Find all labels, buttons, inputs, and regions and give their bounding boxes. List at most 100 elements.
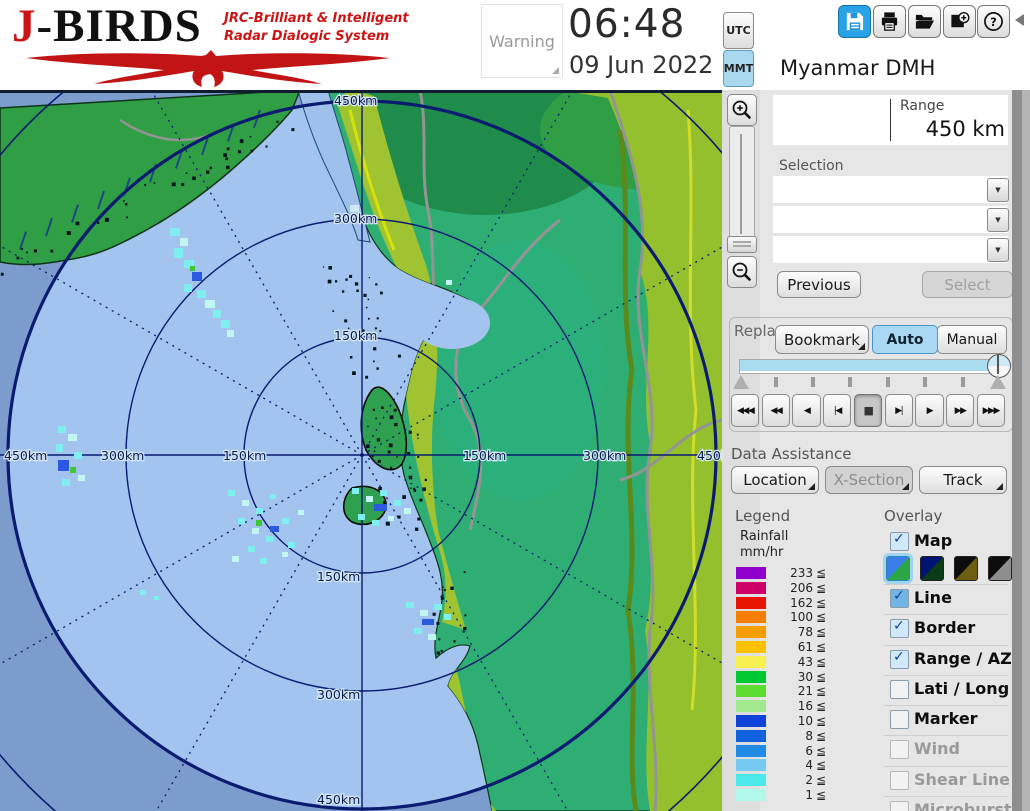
overlay-item[interactable]: Microburst bbox=[884, 797, 1008, 811]
open-folder-icon bbox=[914, 11, 935, 32]
legend-color-swatch bbox=[736, 789, 766, 801]
radar-map[interactable]: 450km 300km 150km 150km 300km 450km 450k… bbox=[0, 90, 722, 811]
export-button[interactable] bbox=[943, 5, 976, 38]
legend-row: 61 ≦ bbox=[734, 640, 834, 655]
print-button[interactable] bbox=[873, 5, 906, 38]
bookmark-button[interactable]: Bookmark bbox=[775, 325, 869, 354]
option-dropdown[interactable]: ▼ bbox=[773, 236, 1008, 263]
warning-button[interactable]: Warning bbox=[481, 4, 563, 78]
overlay-item[interactable]: Border bbox=[884, 615, 1008, 645]
overlay-checkbox[interactable] bbox=[890, 771, 909, 790]
overlay-item[interactable]: Line bbox=[884, 585, 1008, 615]
data-assistance-button-label: Location bbox=[743, 471, 806, 489]
zoom-slider-thumb[interactable] bbox=[727, 236, 757, 253]
legend-leq-symbol: ≦ bbox=[816, 581, 826, 595]
playback-button[interactable]: ◀◀◀ bbox=[731, 394, 759, 427]
product-dropdown[interactable]: Surface R ▼ bbox=[773, 206, 1008, 233]
utc-button[interactable]: UTC bbox=[723, 12, 754, 49]
legend-value: 100 bbox=[768, 610, 813, 624]
jbirds-logo: J-BIRDS JRC-Brilliant & Intelligent Rada… bbox=[8, 3, 400, 87]
playback-glyph-icon: ◀◀ bbox=[770, 406, 781, 416]
overlay-item-map[interactable]: Map bbox=[884, 528, 1008, 555]
data-assistance-button-label: Track bbox=[943, 471, 982, 489]
select-button[interactable]: Select bbox=[922, 271, 1013, 298]
overlay-item[interactable]: Range / AZ bbox=[884, 646, 1008, 676]
export-icon bbox=[949, 11, 970, 32]
overlay-checkbox[interactable] bbox=[890, 710, 909, 729]
playback-button[interactable]: ▶▶▶ bbox=[977, 394, 1005, 427]
replay-timeline-fill bbox=[740, 360, 990, 371]
overlay-checkbox[interactable] bbox=[890, 589, 909, 608]
overlay-item-label: Wind bbox=[914, 739, 960, 758]
legend-row: 30 ≦ bbox=[734, 670, 834, 685]
legend-row: 162 ≦ bbox=[734, 596, 834, 611]
legend-unit-line2: mm/hr bbox=[740, 545, 783, 560]
logo-title: J-BIRDS bbox=[12, 0, 202, 53]
help-icon: ? bbox=[983, 11, 1004, 32]
overlay-item[interactable]: Marker bbox=[884, 706, 1008, 736]
playback-button[interactable]: ■ bbox=[854, 394, 882, 427]
range-value: 450 km bbox=[880, 117, 1005, 141]
map-checkbox[interactable] bbox=[890, 532, 909, 551]
zoom-out-button[interactable] bbox=[727, 256, 757, 288]
chevron-down-icon: ▼ bbox=[995, 246, 1000, 254]
window-scrollbar[interactable] bbox=[1022, 90, 1030, 811]
mmt-button[interactable]: MMT bbox=[723, 50, 754, 87]
overlay-checkbox[interactable] bbox=[890, 801, 909, 811]
overlay-item[interactable]: Lati / Long bbox=[884, 676, 1008, 706]
overlay-item-label: Map bbox=[914, 531, 952, 550]
overlay-checkbox[interactable] bbox=[890, 740, 909, 759]
overlay-checkbox[interactable] bbox=[890, 619, 909, 638]
replay-manual-button[interactable]: Manual bbox=[937, 325, 1007, 354]
playback-button[interactable]: ▶ bbox=[915, 394, 943, 427]
menu-corner-icon bbox=[552, 67, 559, 74]
data-assistance-button[interactable]: Track bbox=[919, 466, 1007, 494]
playback-button[interactable]: |◀ bbox=[823, 394, 851, 427]
playback-glyph-icon: ▶▶ bbox=[955, 406, 966, 416]
overlay-item[interactable]: Shear Line bbox=[884, 767, 1008, 797]
panel-collapse-arrow-icon[interactable] bbox=[1015, 14, 1024, 26]
legend-row: 6 ≦ bbox=[734, 744, 834, 759]
previous-button[interactable]: Previous bbox=[777, 271, 861, 298]
playback-button[interactable]: ◀ bbox=[792, 394, 820, 427]
overlay-item-label: Microburst bbox=[914, 800, 1012, 811]
map-zoom-slider[interactable] bbox=[729, 126, 755, 244]
help-button[interactable]: ? bbox=[977, 5, 1010, 38]
timeline-tick bbox=[774, 377, 778, 387]
eagle-icon bbox=[18, 49, 394, 87]
overlay-checkbox[interactable] bbox=[890, 650, 909, 669]
overlay-item[interactable]: Wind bbox=[884, 736, 1008, 766]
range-label: Range bbox=[900, 98, 944, 114]
map-style-swatch[interactable] bbox=[920, 556, 944, 581]
legend-value: 30 bbox=[768, 670, 813, 684]
utc-label: UTC bbox=[726, 24, 751, 37]
overlay-item-label: Marker bbox=[914, 709, 978, 728]
playback-glyph-icon: ▶▶▶ bbox=[983, 406, 999, 416]
data-assistance-button[interactable]: Location bbox=[731, 466, 819, 494]
save-button[interactable] bbox=[838, 5, 871, 38]
legend-leq-symbol: ≦ bbox=[816, 625, 826, 639]
warning-label: Warning bbox=[489, 32, 555, 51]
map-style-swatch[interactable] bbox=[988, 556, 1012, 581]
site-dropdown-arrow[interactable]: ▼ bbox=[987, 178, 1009, 202]
zoom-slider-groove bbox=[740, 134, 742, 234]
site-dropdown[interactable]: Kyauk Phyu ▼ bbox=[773, 176, 1008, 203]
playback-button[interactable]: ◀◀ bbox=[762, 394, 790, 427]
auto-label: Auto bbox=[886, 332, 923, 348]
legend-color-swatch bbox=[736, 730, 766, 742]
option-dropdown-arrow[interactable]: ▼ bbox=[987, 238, 1009, 262]
map-style-swatch[interactable] bbox=[886, 556, 910, 581]
replay-auto-button[interactable]: Auto bbox=[872, 325, 938, 354]
data-assistance-button[interactable]: X-Section bbox=[825, 466, 913, 494]
overlay-checkbox[interactable] bbox=[890, 680, 909, 699]
map-style-swatch[interactable] bbox=[954, 556, 978, 581]
zoom-in-icon bbox=[731, 99, 753, 121]
legend-leq-symbol: ≦ bbox=[816, 670, 826, 684]
legend-leq-symbol: ≦ bbox=[816, 566, 826, 580]
playback-button[interactable]: ▶▶ bbox=[946, 394, 974, 427]
playback-button[interactable]: ▶| bbox=[885, 394, 913, 427]
zoom-in-button[interactable] bbox=[727, 94, 757, 126]
legend-leq-symbol: ≦ bbox=[816, 758, 826, 772]
open-folder-button[interactable] bbox=[908, 5, 941, 38]
product-dropdown-arrow[interactable]: ▼ bbox=[987, 208, 1009, 232]
